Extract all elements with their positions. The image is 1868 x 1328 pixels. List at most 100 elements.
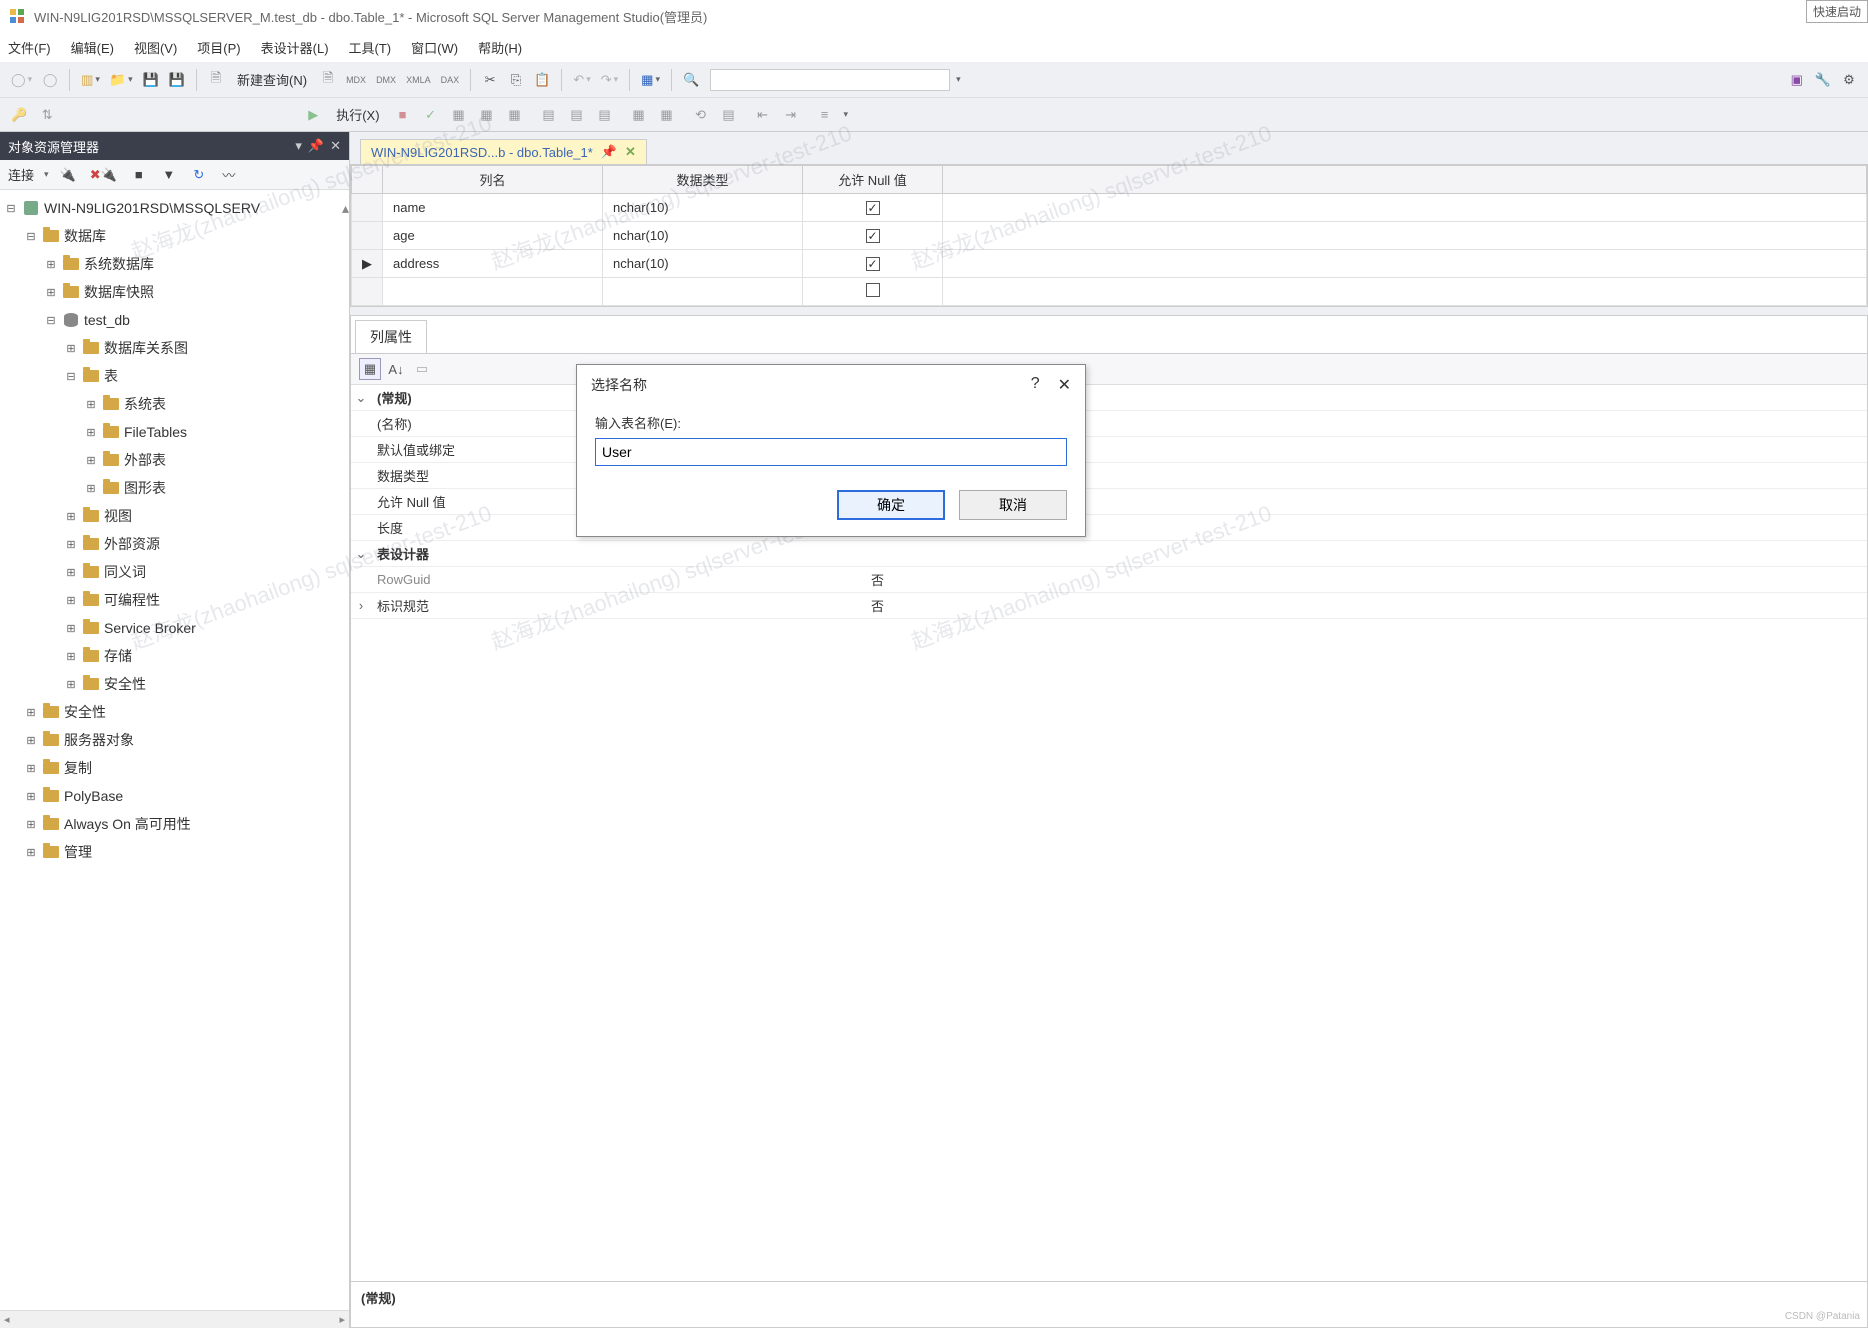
tree-polybase[interactable]: PolyBase [64, 788, 123, 804]
table-name-input[interactable] [595, 438, 1067, 466]
connect-button[interactable]: 🔌 [57, 164, 79, 186]
indent-out-button[interactable]: ⇤ [752, 104, 774, 126]
chevron-down-icon[interactable]: ⌄ [351, 546, 371, 562]
col-header-type[interactable]: 数据类型 [603, 166, 803, 194]
results-text-button[interactable]: ▤ [566, 104, 588, 126]
results-grid-button[interactable]: ▤ [538, 104, 560, 126]
table-row[interactable] [352, 278, 1867, 306]
tools-button[interactable]: 🔧 [1812, 69, 1834, 91]
help-icon[interactable]: ? [1031, 375, 1040, 395]
chevron-right-icon[interactable]: › [351, 598, 371, 613]
tree-file-tables[interactable]: FileTables [124, 424, 187, 440]
tree-diagrams[interactable]: 数据库关系图 [104, 338, 188, 358]
execute-button[interactable]: 执行(X) [330, 105, 385, 124]
explorer-close-icon[interactable]: ✕ [330, 138, 341, 154]
table-row[interactable]: age nchar(10) [352, 222, 1867, 250]
pin-icon[interactable]: 📌 [308, 138, 324, 154]
cancel-button[interactable]: 取消 [959, 490, 1067, 520]
sort-button[interactable]: ⇅ [36, 104, 58, 126]
props-page-button[interactable]: ▭ [411, 358, 433, 380]
categorized-button[interactable]: ▦ [359, 358, 381, 380]
alphabetical-button[interactable]: A↓ [385, 358, 407, 380]
explorer-dropdown-icon[interactable]: ▾ [295, 138, 302, 154]
new-query-button[interactable]: 新建查询(N) [231, 70, 313, 89]
refresh-button[interactable]: ↻ [188, 164, 210, 186]
save-button[interactable]: 💾 [140, 69, 162, 91]
xmla-query-button[interactable]: XMLA [403, 69, 434, 91]
stop2-button[interactable]: ■ [128, 164, 150, 186]
menu-table-designer[interactable]: 表设计器(L) [261, 38, 329, 57]
chevron-down-icon[interactable]: ⌄ [351, 390, 371, 406]
tree-ext-res[interactable]: 外部资源 [104, 534, 160, 554]
dmx-query-button[interactable]: DMX [373, 69, 399, 91]
tree-management[interactable]: 管理 [64, 842, 92, 862]
tree-tables[interactable]: 表 [104, 366, 118, 386]
save-all-button[interactable]: 💾 [166, 69, 188, 91]
checkbox-icon[interactable] [866, 201, 880, 215]
tree-views[interactable]: 视图 [104, 506, 132, 526]
redo-button[interactable]: ↷▾ [598, 69, 621, 91]
columns-grid[interactable]: 列名 数据类型 允许 Null 值 name nchar(10) age nch… [350, 164, 1868, 307]
tree-security[interactable]: 安全性 [64, 702, 106, 722]
new-project-button[interactable]: ▥▾ [78, 69, 103, 91]
results-file-button[interactable]: ▤ [594, 104, 616, 126]
menu-edit[interactable]: 编辑(E) [71, 38, 114, 57]
col-header-name[interactable]: 列名 [383, 166, 603, 194]
tab-table1[interactable]: WIN-N9LIG201RSD...b - dbo.Table_1* 📌 ✕ [360, 139, 647, 164]
ok-button[interactable]: 确定 [837, 490, 945, 520]
quick-launch-box[interactable]: 快速启动 [1806, 0, 1868, 23]
settings-button[interactable]: ⚙ [1838, 69, 1860, 91]
activity-button[interactable]: ▣ [1786, 69, 1808, 91]
menu-tools[interactable]: 工具(T) [349, 38, 392, 57]
mdx-query-button[interactable]: MDX [343, 69, 369, 91]
tree-storage[interactable]: 存储 [104, 646, 132, 666]
script2-button[interactable]: ▦ [656, 104, 678, 126]
dax-query-button[interactable]: DAX [438, 69, 463, 91]
undo-button[interactable]: ↶▾ [570, 69, 593, 91]
search-dropdown[interactable]: ▾ [956, 74, 961, 85]
menu-project[interactable]: 项目(P) [197, 38, 240, 57]
tree-graph-tables[interactable]: 图形表 [124, 478, 166, 498]
properties-button[interactable]: ▦▾ [638, 69, 663, 91]
plan3-button[interactable]: ▦ [504, 104, 526, 126]
nav-back-button[interactable]: ◯▾ [8, 69, 35, 91]
db-engine-query-button[interactable]: 🗎 [317, 69, 339, 91]
indent-in-button[interactable]: ⇥ [780, 104, 802, 126]
filter-button[interactable]: ▼ [158, 164, 180, 186]
menu-view[interactable]: 视图(V) [134, 38, 177, 57]
menu-file[interactable]: 文件(F) [8, 38, 51, 57]
tree-databases[interactable]: 数据库 [64, 226, 106, 246]
tree-synonyms[interactable]: 同义词 [104, 562, 146, 582]
checkbox-icon[interactable] [866, 229, 880, 243]
tree-testdb[interactable]: test_db [84, 312, 130, 328]
table-row[interactable]: ▶ address nchar(10) [352, 250, 1867, 278]
tree-ext-tables[interactable]: 外部表 [124, 450, 166, 470]
tree-sys-tables[interactable]: 系统表 [124, 394, 166, 414]
table-row[interactable]: name nchar(10) [352, 194, 1867, 222]
find-button[interactable]: 🔍 [680, 69, 702, 91]
tree-view[interactable]: ⊟WIN-N9LIG201RSD\MSSQLSERV▴ ⊟数据库 ⊞系统数据库 … [0, 190, 349, 1310]
parse-button[interactable]: ✓ [420, 104, 442, 126]
explorer-hscroll[interactable]: ◂▸ [0, 1310, 349, 1328]
plan1-button[interactable]: ▦ [448, 104, 470, 126]
disconnect-button[interactable]: ✖🔌 [87, 164, 120, 186]
tree-db-security[interactable]: 安全性 [104, 674, 146, 694]
col-header-nulls[interactable]: 允许 Null 值 [803, 166, 943, 194]
checkbox-icon[interactable] [866, 257, 880, 271]
key-button[interactable]: 🔑 [8, 104, 30, 126]
copy-button[interactable]: ⎘ [505, 69, 527, 91]
menu-window[interactable]: 窗口(W) [411, 38, 458, 57]
tree-service-broker[interactable]: Service Broker [104, 620, 196, 636]
tab-close-icon[interactable]: ✕ [625, 144, 636, 160]
tree-always-on[interactable]: Always On 高可用性 [64, 814, 191, 834]
comment-button[interactable]: ≡ [814, 104, 836, 126]
props-tab[interactable]: 列属性 [355, 320, 427, 353]
run-icon[interactable]: ▶ [302, 104, 324, 126]
more-dropdown[interactable]: ▾ [844, 109, 849, 120]
menu-help[interactable]: 帮助(H) [478, 38, 522, 57]
open-button[interactable]: 📁▾ [107, 69, 136, 91]
indexes-button[interactable]: ▤ [718, 104, 740, 126]
plan2-button[interactable]: ▦ [476, 104, 498, 126]
script1-button[interactable]: ▦ [628, 104, 650, 126]
tree-sys-db[interactable]: 系统数据库 [84, 254, 154, 274]
